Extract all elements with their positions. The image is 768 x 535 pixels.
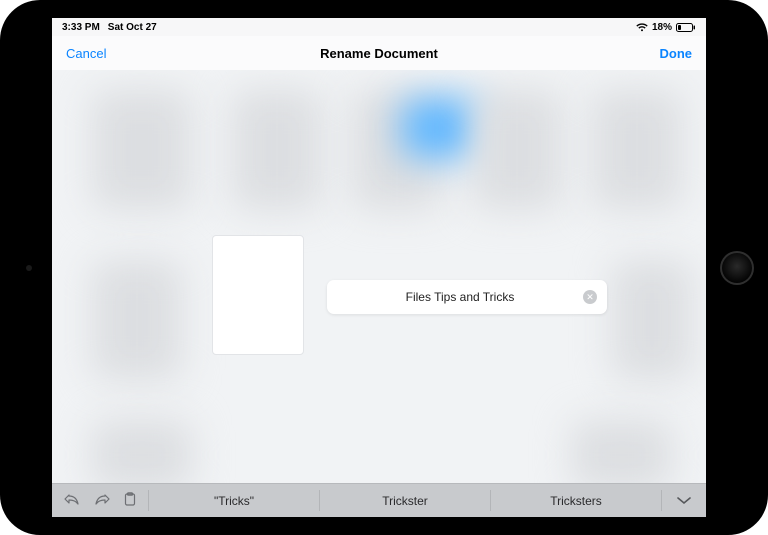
redo-icon (94, 493, 110, 508)
page-title: Rename Document (320, 46, 438, 61)
chevron-down-icon (677, 493, 691, 508)
home-button[interactable] (720, 251, 754, 285)
nav-bar: Cancel Rename Document Done (52, 36, 706, 70)
quicktype-tools (52, 484, 148, 517)
blurred-thumbnail (92, 90, 192, 210)
blurred-thumbnail (402, 98, 482, 158)
rename-field[interactable]: ✕ (327, 280, 607, 314)
blurred-thumbnail (592, 90, 682, 210)
done-button[interactable]: Done (660, 46, 693, 61)
ipad-device: 3:33 PM Sat Oct 27 18% Cancel Rename Doc… (0, 0, 768, 535)
blurred-thumbnail (232, 90, 322, 210)
undo-icon (64, 493, 80, 508)
wifi-icon (636, 23, 648, 32)
cancel-button[interactable]: Cancel (66, 46, 106, 61)
hide-keyboard-button[interactable] (662, 484, 706, 517)
status-battery-pct: 18% (652, 22, 672, 33)
suggestion-3[interactable]: Tricksters (491, 484, 661, 517)
document-preview (212, 235, 304, 355)
blurred-thumbnail (92, 260, 182, 380)
front-camera (26, 265, 32, 271)
suggestion-1[interactable]: "Tricks" (149, 484, 319, 517)
suggestion-2[interactable]: Trickster (320, 484, 490, 517)
undo-button[interactable] (64, 493, 80, 508)
blurred-thumbnail (92, 420, 192, 483)
paste-button[interactable] (124, 492, 136, 509)
blurred-thumbnail (472, 90, 562, 210)
close-icon: ✕ (586, 293, 594, 302)
filename-input[interactable] (337, 290, 583, 304)
quicktype-bar: "Tricks" Trickster Tricksters (52, 483, 706, 517)
quicktype-suggestions: "Tricks" Trickster Tricksters (148, 484, 662, 517)
content-area: ✕ (52, 70, 706, 483)
status-date: Sat Oct 27 (108, 22, 157, 33)
blurred-thumbnail (612, 260, 692, 380)
redo-button[interactable] (94, 493, 110, 508)
status-bar: 3:33 PM Sat Oct 27 18% (52, 18, 706, 36)
battery-icon (676, 23, 696, 32)
status-time: 3:33 PM (62, 22, 100, 33)
screen: 3:33 PM Sat Oct 27 18% Cancel Rename Doc… (52, 18, 706, 517)
clipboard-icon (124, 492, 136, 509)
clear-text-button[interactable]: ✕ (583, 290, 597, 304)
blurred-thumbnail (572, 420, 672, 483)
